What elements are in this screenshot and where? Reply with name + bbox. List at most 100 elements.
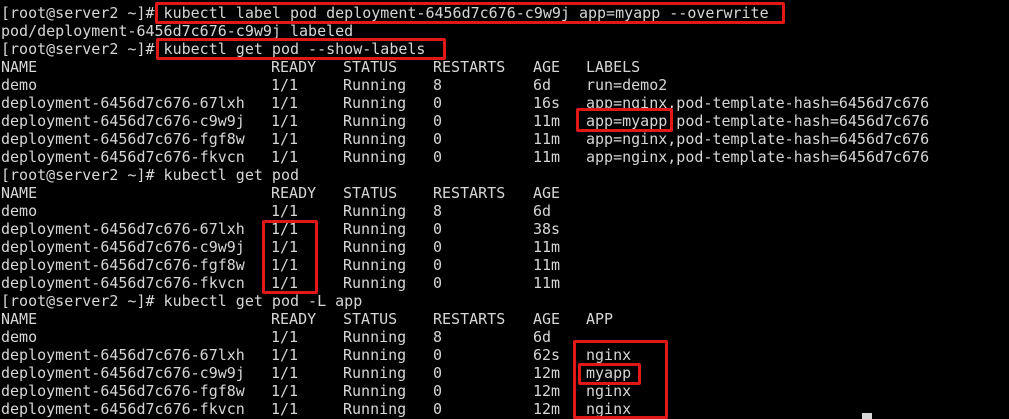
cell-restarts: 0 bbox=[433, 382, 443, 400]
cell-status: Running bbox=[343, 400, 407, 418]
prompt-line: [root@server2 ~]# kubectl get pod bbox=[1, 166, 300, 184]
cell-age: 12m bbox=[533, 364, 561, 382]
cell-ready: 1/1 bbox=[271, 112, 299, 130]
cell-age: AGE bbox=[533, 184, 561, 202]
cell-extra: nginx bbox=[586, 382, 632, 400]
cell-restarts: 0 bbox=[433, 274, 443, 292]
cell-ready: 1/1 bbox=[271, 238, 299, 256]
cell-ready: 1/1 bbox=[271, 346, 299, 364]
cell-name: deployment-6456d7c676-fgf8w bbox=[1, 382, 245, 400]
table-row: deployment-6456d7c676-fgf8w 1/1 Running 0 11… bbox=[1, 256, 1009, 274]
cell-age: 11m bbox=[533, 130, 561, 148]
cell-extra: run=demo2 bbox=[586, 76, 668, 94]
cell-age: 38s bbox=[533, 220, 561, 238]
cell-restarts: 8 bbox=[433, 328, 443, 346]
terminal-cursor bbox=[862, 413, 872, 419]
cell-restarts: 0 bbox=[433, 256, 443, 274]
output-line: pod/deployment-6456d7c676-c9w9j labeled bbox=[1, 22, 354, 40]
cell-age: 6d bbox=[533, 202, 552, 220]
table-row: deployment-6456d7c676-67lxh 1/1 Running 0 62… bbox=[1, 346, 1009, 364]
cell-restarts: 0 bbox=[433, 130, 443, 148]
cell-restarts: RESTARTS bbox=[433, 184, 506, 202]
cell-status: Running bbox=[343, 202, 407, 220]
table-row: deployment-6456d7c676-67lxh 1/1 Running 0 16… bbox=[1, 94, 1009, 112]
cell-extra: nginx bbox=[586, 346, 632, 364]
cell-name: demo bbox=[1, 328, 38, 346]
table-header-row: NAME READY STATUS RESTARTS AGE APP bbox=[1, 310, 1009, 328]
cell-age: 12m bbox=[533, 382, 561, 400]
cell-name: NAME bbox=[1, 58, 38, 76]
table-row: deployment-6456d7c676-fkvcn 1/1 Running 0 11… bbox=[1, 148, 1009, 166]
cell-restarts: 0 bbox=[433, 238, 443, 256]
cell-status: Running bbox=[343, 328, 407, 346]
cell-status: Running bbox=[343, 364, 407, 382]
cell-name: demo bbox=[1, 76, 38, 94]
cell-name: NAME bbox=[1, 184, 38, 202]
cell-ready: READY bbox=[271, 184, 317, 202]
cell-ready: READY bbox=[271, 58, 317, 76]
cell-extra: nginx bbox=[586, 400, 632, 418]
prompt-line: [root@server2 ~]# kubectl label pod depl… bbox=[1, 4, 769, 22]
cell-status: Running bbox=[343, 274, 407, 292]
cell-status: Running bbox=[343, 238, 407, 256]
cell-status: STATUS bbox=[343, 184, 398, 202]
cell-status: Running bbox=[343, 220, 407, 238]
cell-extra: app=nginx,pod-template-hash=6456d7c676 bbox=[586, 94, 930, 112]
table-row: deployment-6456d7c676-fkvcn 1/1 Running 0 11… bbox=[1, 274, 1009, 292]
cell-restarts: 0 bbox=[433, 220, 443, 238]
table-row: deployment-6456d7c676-c9w9j 1/1 Running 0 11… bbox=[1, 238, 1009, 256]
cell-status: STATUS bbox=[343, 58, 398, 76]
cell-restarts: 8 bbox=[433, 202, 443, 220]
cell-extra: app=nginx,pod-template-hash=6456d7c676 bbox=[586, 148, 930, 166]
cell-restarts: 0 bbox=[433, 346, 443, 364]
cell-age: 11m bbox=[533, 112, 561, 130]
cell-ready: 1/1 bbox=[271, 94, 299, 112]
cell-age: 6d bbox=[533, 328, 552, 346]
prompt-line: [root@server2 ~]# kubectl get pod --show… bbox=[1, 40, 426, 58]
cell-extra: app=nginx,pod-template-hash=6456d7c676 bbox=[586, 130, 930, 148]
cell-age: 11m bbox=[533, 238, 561, 256]
cell-restarts: 0 bbox=[433, 400, 443, 418]
table-row: deployment-6456d7c676-fgf8w 1/1 Running 0 11… bbox=[1, 130, 1009, 148]
table-row: demo 1/1 Running 8 6d bbox=[1, 328, 1009, 346]
cell-restarts: 0 bbox=[433, 94, 443, 112]
cell-ready: 1/1 bbox=[271, 220, 299, 238]
cell-status: Running bbox=[343, 346, 407, 364]
cell-age: 16s bbox=[533, 94, 561, 112]
cell-name: deployment-6456d7c676-fkvcn bbox=[1, 274, 245, 292]
cell-name: deployment-6456d7c676-67lxh bbox=[1, 346, 245, 364]
cell-age: 62s bbox=[533, 346, 561, 364]
cell-restarts: RESTARTS bbox=[433, 58, 506, 76]
cell-name: NAME bbox=[1, 310, 38, 328]
cell-status: Running bbox=[343, 94, 407, 112]
cell-extra: APP bbox=[586, 310, 614, 328]
terminal-output: [root@server2 ~]# kubectl label pod depl… bbox=[0, 4, 1009, 418]
cell-ready: 1/1 bbox=[271, 76, 299, 94]
cell-restarts: 0 bbox=[433, 112, 443, 130]
cell-status: Running bbox=[343, 76, 407, 94]
cell-restarts: 0 bbox=[433, 364, 443, 382]
table-header-row: NAME READY STATUS RESTARTS AGE LABELS bbox=[1, 58, 1009, 76]
cell-extra: LABELS bbox=[586, 58, 641, 76]
cell-age: 6d bbox=[533, 76, 552, 94]
cell-name: deployment-6456d7c676-c9w9j bbox=[1, 364, 245, 382]
table-row: deployment-6456d7c676-c9w9j 1/1 Running 0 12… bbox=[1, 364, 1009, 382]
cell-age: 11m bbox=[533, 148, 561, 166]
table-header-row: NAME READY STATUS RESTARTS AGE bbox=[1, 184, 1009, 202]
cell-ready: 1/1 bbox=[271, 364, 299, 382]
cell-ready: 1/1 bbox=[271, 202, 299, 220]
cell-restarts: 8 bbox=[433, 76, 443, 94]
table-row: deployment-6456d7c676-c9w9j 1/1 Running 0 11… bbox=[1, 112, 1009, 130]
cell-ready: 1/1 bbox=[271, 256, 299, 274]
table-row: deployment-6456d7c676-67lxh 1/1 Running 0 38… bbox=[1, 220, 1009, 238]
cell-restarts: 0 bbox=[433, 148, 443, 166]
cell-name: deployment-6456d7c676-c9w9j bbox=[1, 112, 245, 130]
cell-age: 11m bbox=[533, 274, 561, 292]
cell-ready: 1/1 bbox=[271, 382, 299, 400]
cell-status: STATUS bbox=[343, 310, 398, 328]
cell-ready: READY bbox=[271, 310, 317, 328]
terminal-window[interactable]: [root@server2 ~]# kubectl label pod depl… bbox=[0, 0, 1009, 419]
cell-name: demo bbox=[1, 202, 38, 220]
cell-name: deployment-6456d7c676-67lxh bbox=[1, 220, 245, 238]
cell-ready: 1/1 bbox=[271, 400, 299, 418]
